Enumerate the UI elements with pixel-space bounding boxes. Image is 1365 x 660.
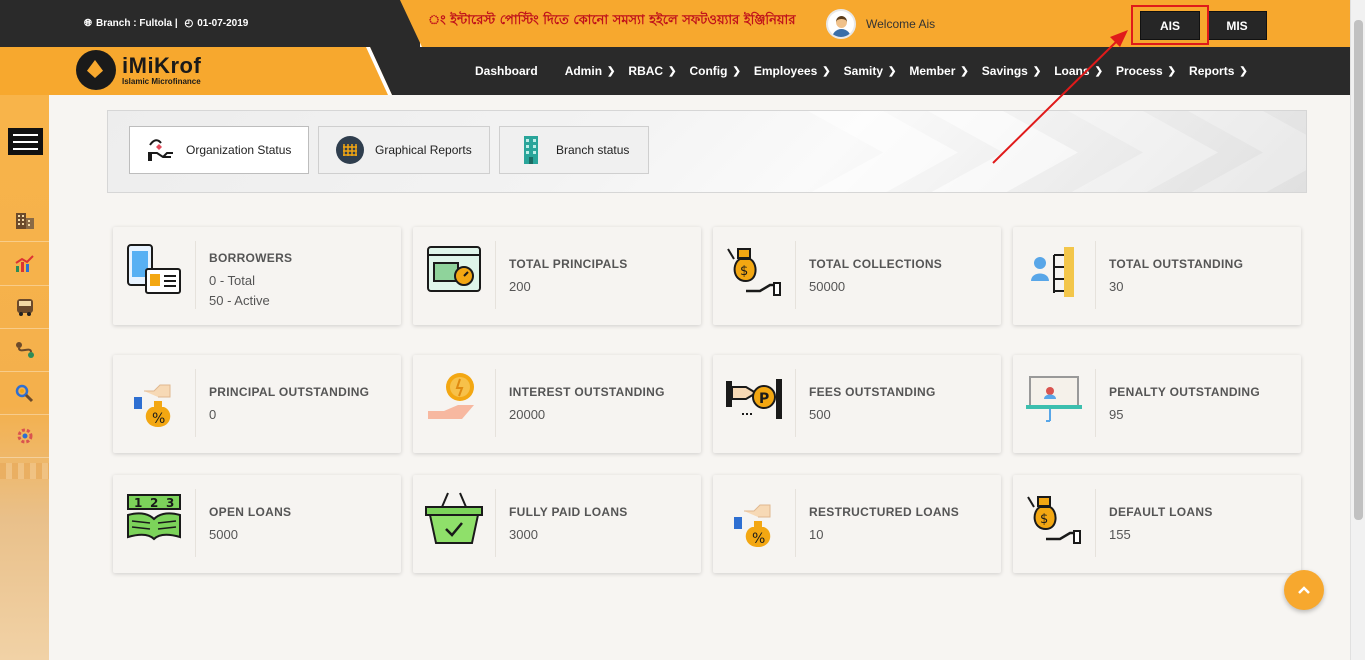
main-navbar: iMiKrof Islamic Microfinance Dashboard A… xyxy=(0,47,1365,95)
money-bag-hand-icon: $ xyxy=(1021,489,1087,549)
menu-process[interactable]: Process ❯ xyxy=(1116,64,1176,78)
main-menu: Dashboard Admin ❯ RBAC ❯ Config ❯ Employees… xyxy=(475,47,1261,95)
scrollbar-thumb[interactable] xyxy=(1354,20,1363,520)
brand-logo[interactable]: iMiKrof Islamic Microfinance xyxy=(76,50,201,90)
chevron-up-icon xyxy=(1298,586,1310,594)
branch-label: Branch : Fultola | xyxy=(96,18,178,29)
menu-admin[interactable]: Admin ❯ xyxy=(565,64,616,78)
avatar[interactable] xyxy=(826,9,856,39)
check-basket-icon xyxy=(421,489,487,549)
coin-hand-icon xyxy=(421,369,487,429)
logo-mark-icon xyxy=(76,50,116,90)
card-fully-paid-loans[interactable]: FULLY PAID LOANS 3000 xyxy=(413,475,701,573)
scroll-to-top-button[interactable] xyxy=(1284,570,1324,610)
menu-config[interactable]: Config ❯ xyxy=(689,64,740,78)
card-open-loans[interactable]: 123 OPEN LOANS 5000 xyxy=(113,475,401,573)
menu-samity[interactable]: Samity ❯ xyxy=(844,64,897,78)
user-welcome[interactable]: Welcome Ais xyxy=(826,9,935,39)
hamburger-menu-icon[interactable] xyxy=(8,128,43,155)
card-restructured-loans[interactable]: % RESTRUCTURED LOANS 10 xyxy=(713,475,1001,573)
building-icon[interactable] xyxy=(0,199,49,242)
clock-icon: ◴ xyxy=(184,18,194,29)
top-bar: 🌐︎ Branch : Fultola | ◴ 01-07-2019 ং ইন্টা… xyxy=(0,0,1365,47)
chevron-right-icon: ❯ xyxy=(668,65,677,77)
search-gear-icon[interactable] xyxy=(0,372,49,415)
menu-rbac[interactable]: RBAC ❯ xyxy=(628,64,676,78)
phone-card-icon xyxy=(121,241,187,301)
handshake-heart-icon xyxy=(146,135,176,165)
card-total-outstanding[interactable]: TOTAL OUTSTANDING 30 xyxy=(1013,227,1301,325)
card-fees-outstanding[interactable]: P FEES OUTSTANDING 500 xyxy=(713,355,1001,453)
menu-savings[interactable]: Savings ❯ xyxy=(982,64,1041,78)
presentation-board-icon xyxy=(1021,369,1087,429)
mis-button[interactable]: MIS xyxy=(1207,11,1267,40)
card-total-collections[interactable]: $ TOTAL COLLECTIONS 50000 xyxy=(713,227,1001,325)
route-icon[interactable] xyxy=(0,329,49,372)
tab-organization-status[interactable]: Organization Status xyxy=(129,126,309,174)
chevron-right-icon: ❯ xyxy=(822,65,831,77)
parking-fee-icon: P xyxy=(721,369,787,429)
menu-reports[interactable]: Reports ❯ xyxy=(1189,64,1248,78)
menu-employees[interactable]: Employees ❯ xyxy=(754,64,831,78)
percent-bag-icon: % xyxy=(721,489,787,549)
notice-marquee: ং ইন্টারেস্ট পোস্টিং দিতে কোনো সমস্যা হই… xyxy=(428,13,796,28)
brand-name: iMiKrof xyxy=(122,52,202,78)
tab-graphical-reports[interactable]: Graphical Reports xyxy=(318,126,490,174)
left-sidebar xyxy=(0,95,49,660)
percent-bag-icon: % xyxy=(121,369,187,429)
svg-text:%: % xyxy=(752,531,765,547)
globe-icon: 🌐︎ xyxy=(84,18,92,29)
chevron-right-icon: ❯ xyxy=(888,65,897,77)
brand-tagline: Islamic Microfinance xyxy=(122,76,201,86)
welcome-text: Welcome Ais xyxy=(866,17,936,31)
chevron-right-icon: ❯ xyxy=(732,65,741,77)
card-borrowers[interactable]: BORROWERS 0 - Total 50 - Active xyxy=(113,227,401,325)
grid-chart-icon xyxy=(335,135,365,165)
card-interest-outstanding[interactable]: INTEREST OUTSTANDING 20000 xyxy=(413,355,701,453)
chevron-right-icon: ❯ xyxy=(607,65,616,77)
svg-text:$: $ xyxy=(1040,512,1048,527)
settings-icon[interactable] xyxy=(0,415,49,458)
menu-loans[interactable]: Loans ❯ xyxy=(1054,64,1103,78)
svg-text:3: 3 xyxy=(166,496,174,510)
card-principal-outstanding[interactable]: % PRINCIPAL OUTSTANDING 0 xyxy=(113,355,401,453)
tab-branch-status[interactable]: Branch status xyxy=(499,126,649,174)
numbered-book-icon: 123 xyxy=(121,489,187,549)
current-date: 01-07-2019 xyxy=(197,18,249,29)
card-default-loans[interactable]: $ DEFAULT LOANS 155 xyxy=(1013,475,1301,573)
bus-icon[interactable] xyxy=(0,286,49,329)
menu-member[interactable]: Member ❯ xyxy=(909,64,968,78)
menu-dashboard[interactable]: Dashboard xyxy=(475,64,538,78)
ais-highlight-box xyxy=(1131,5,1209,45)
svg-text:1: 1 xyxy=(134,496,142,510)
svg-text:%: % xyxy=(152,411,165,427)
money-bag-hand-icon: $ xyxy=(721,241,787,301)
svg-text:$: $ xyxy=(740,264,748,279)
status-tab-panel: Organization Status Graphical Reports Br… xyxy=(107,110,1307,193)
branch-info: 🌐︎ Branch : Fultola | ◴ 01-07-2019 xyxy=(84,18,252,29)
svg-text:2: 2 xyxy=(150,496,158,510)
chevron-right-icon: ❯ xyxy=(1239,65,1248,77)
chevron-right-icon: ❯ xyxy=(1167,65,1177,77)
svg-text:P: P xyxy=(759,391,769,407)
chart-icon[interactable] xyxy=(0,243,49,286)
browser-timer-icon xyxy=(421,241,487,301)
chevron-right-icon: ❯ xyxy=(960,65,969,77)
user-hierarchy-icon xyxy=(1021,241,1087,301)
card-total-principals[interactable]: TOTAL PRINCIPALS 200 xyxy=(413,227,701,325)
page-scrollbar[interactable] xyxy=(1350,0,1365,660)
card-penalty-outstanding[interactable]: PENALTY OUTSTANDING 95 xyxy=(1013,355,1301,453)
building-icon xyxy=(516,135,546,165)
chevron-right-icon: ❯ xyxy=(1032,65,1042,77)
chevron-right-icon: ❯ xyxy=(1094,65,1103,77)
